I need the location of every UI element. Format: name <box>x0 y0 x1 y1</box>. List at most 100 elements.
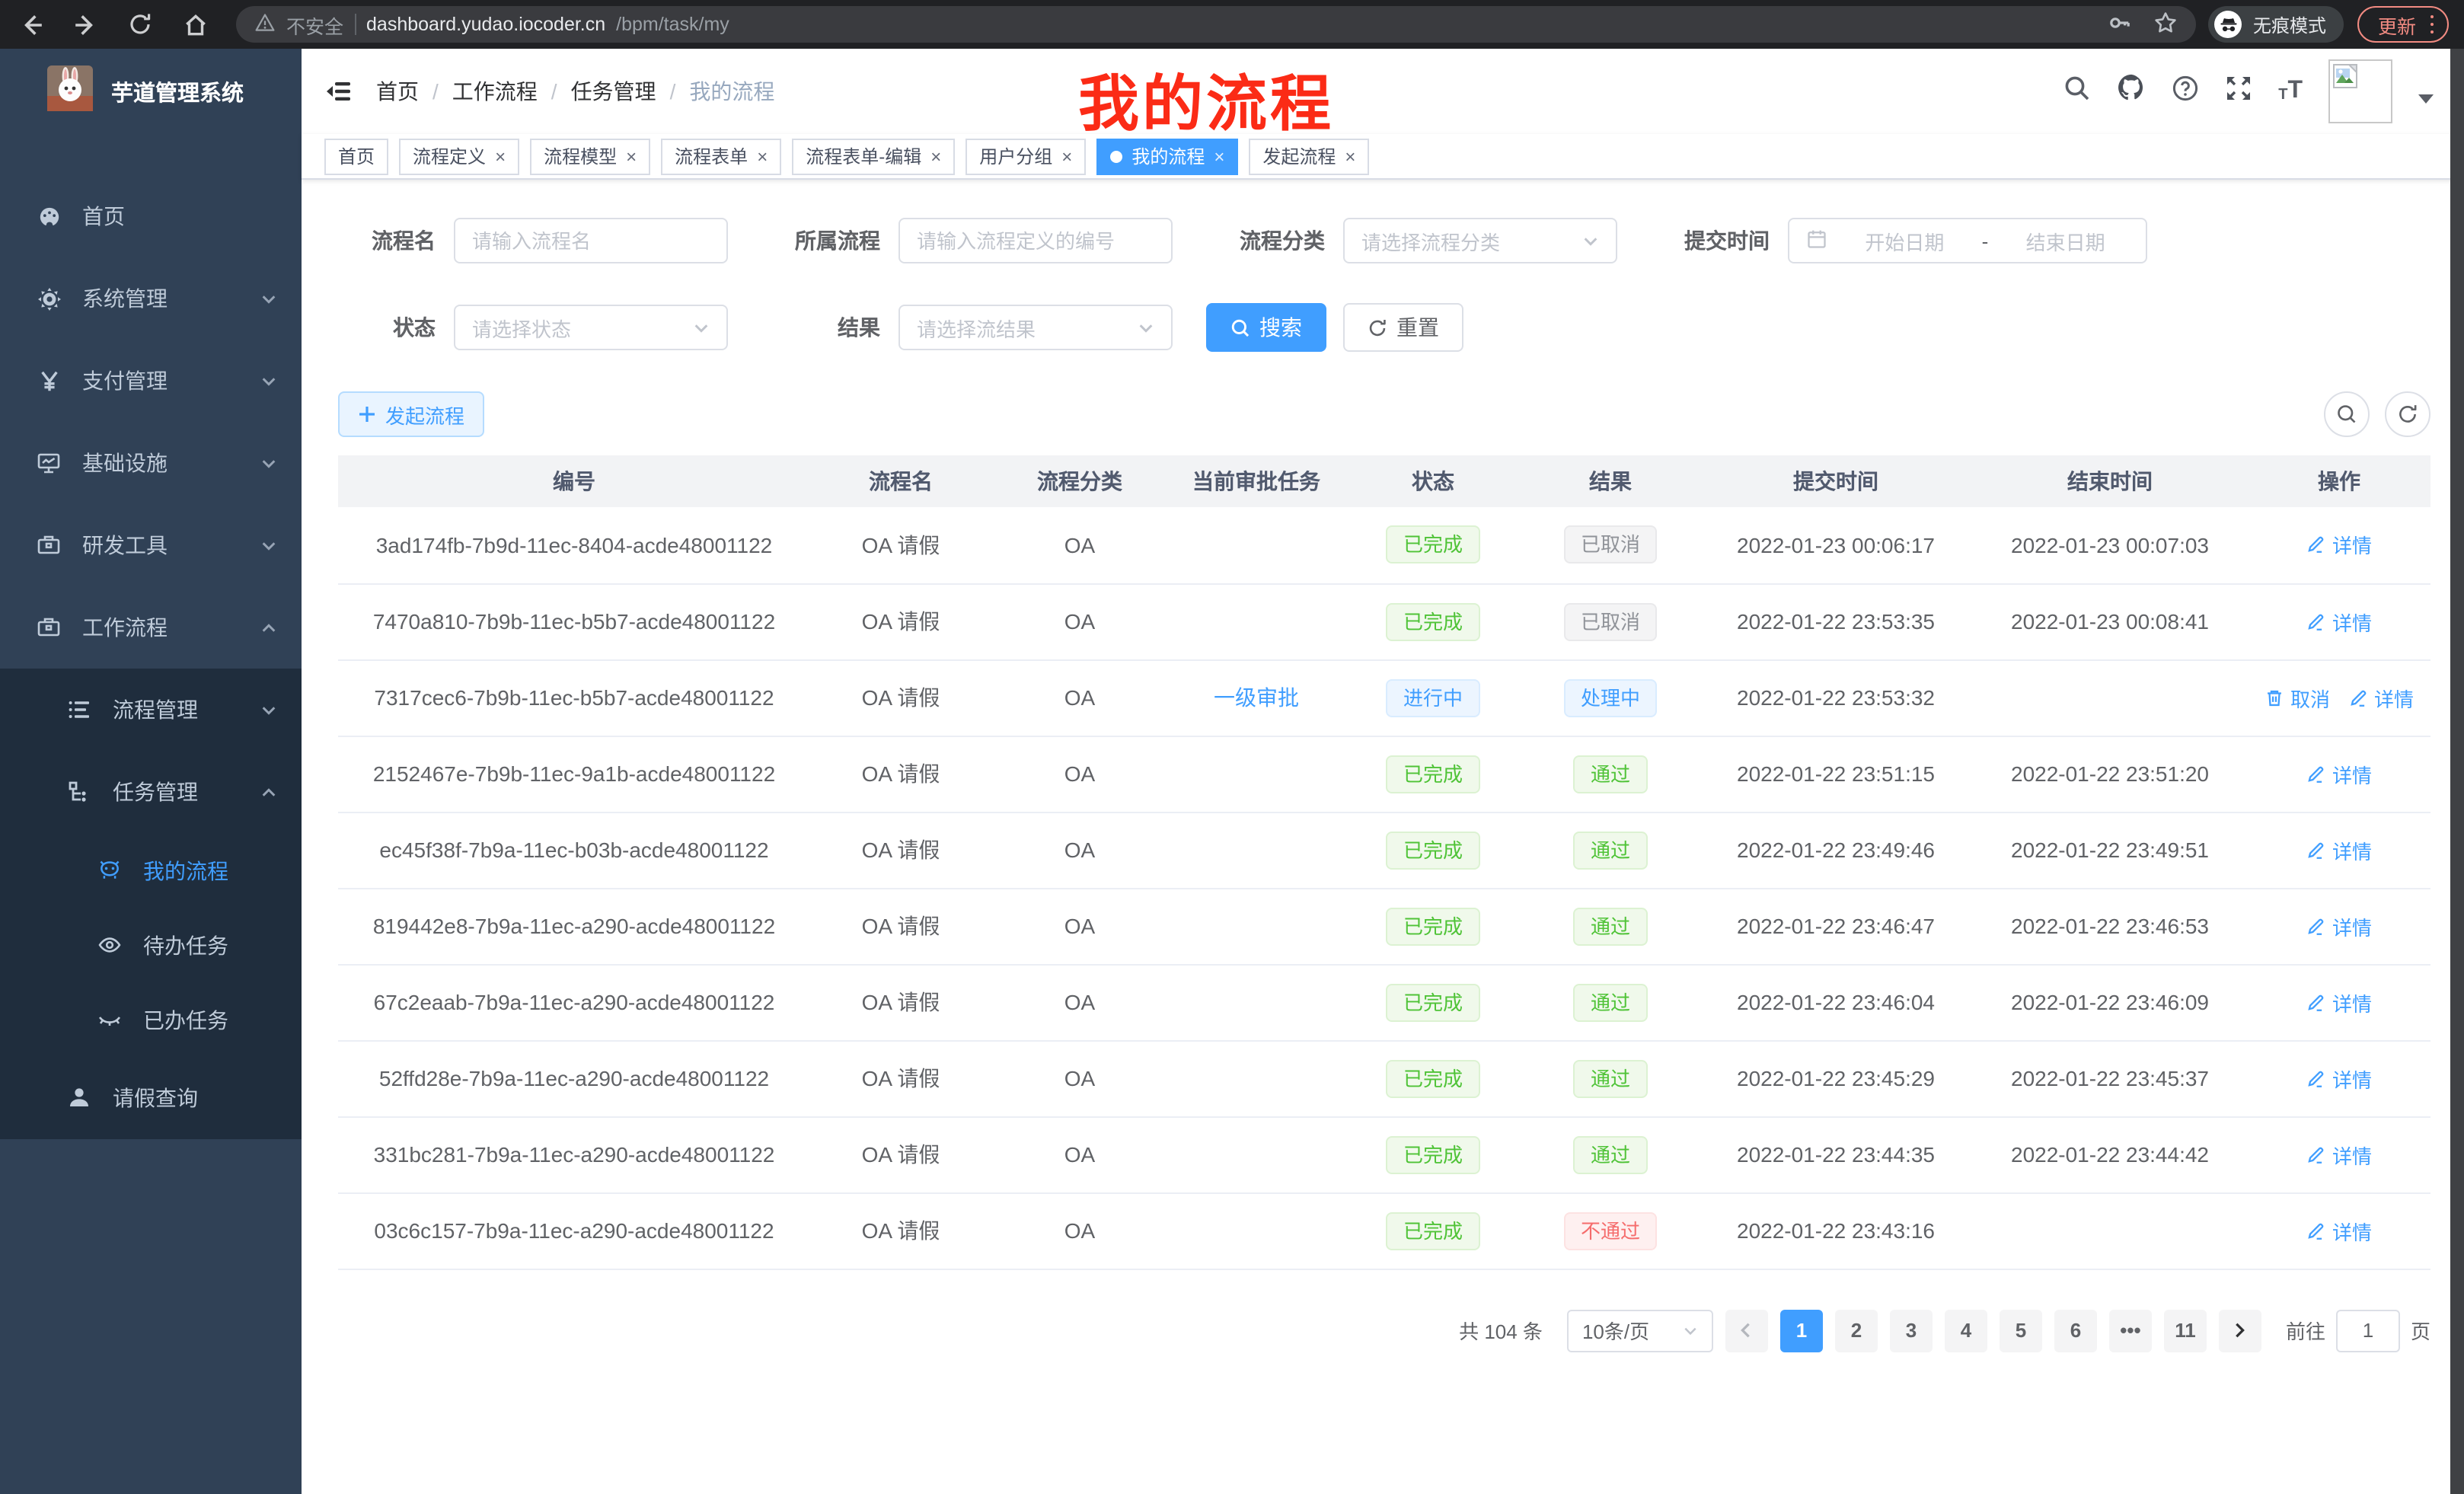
help-icon[interactable] <box>2172 74 2199 109</box>
page-button-11[interactable]: 11 <box>2164 1309 2207 1352</box>
table-row: 52ffd28e-7b9a-11ec-a290-acde48001122OA 请… <box>338 1040 2430 1116</box>
search-icon[interactable] <box>2063 74 2091 109</box>
sidebar-item-todo-task[interactable]: 待办任务 <box>0 908 302 982</box>
cell-id: 52ffd28e-7b9a-11ec-a290-acde48001122 <box>338 1040 810 1116</box>
prev-page-button[interactable] <box>1725 1309 1768 1352</box>
status-select[interactable]: 请选择状态 <box>454 305 728 350</box>
tab-my-process[interactable]: 我的流程× <box>1096 138 1238 174</box>
font-size-icon[interactable]: TT <box>2278 79 2303 104</box>
cell-category: OA <box>991 1040 1168 1116</box>
process-category-select[interactable]: 请选择流程分类 <box>1343 218 1617 263</box>
tab-user-group[interactable]: 用户分组× <box>965 138 1086 174</box>
breadcrumb-item[interactable]: 工作流程 <box>452 76 538 107</box>
cell-status: 已完成 <box>1345 1192 1521 1269</box>
close-tab-icon[interactable]: × <box>626 147 637 165</box>
cell-result: 通过 <box>1521 1116 1700 1192</box>
process-name-input[interactable] <box>454 218 728 263</box>
bookmark-star-icon[interactable] <box>2154 10 2178 39</box>
detail-link[interactable]: 详情 <box>2306 911 2372 940</box>
update-button[interactable]: 更新 <box>2358 6 2449 43</box>
tab-process-def[interactable]: 流程定义× <box>399 138 519 174</box>
close-tab-icon[interactable]: × <box>1214 147 1224 165</box>
refresh-button[interactable] <box>2385 391 2430 437</box>
page-button-5[interactable]: 5 <box>2000 1309 2042 1352</box>
detail-link[interactable]: 详情 <box>2348 683 2414 712</box>
sidebar-item-workflow[interactable]: 工作流程 <box>0 586 302 669</box>
detail-link[interactable]: 详情 <box>2306 607 2372 636</box>
close-tab-icon[interactable]: × <box>1061 147 1072 165</box>
date-separator: - <box>1982 229 1989 252</box>
sidebar-item-home[interactable]: 首页 <box>0 175 302 257</box>
forward-icon[interactable] <box>65 5 105 44</box>
breadcrumb-separator: / <box>432 79 439 104</box>
page-button-4[interactable]: 4 <box>1945 1309 1987 1352</box>
brand-area[interactable]: 芋道管理系统 <box>0 49 302 136</box>
cell-status: 已完成 <box>1345 507 1521 583</box>
page-button-3[interactable]: 3 <box>1890 1309 1933 1352</box>
submit-time-daterange[interactable]: 开始日期-结束日期 <box>1788 218 2147 263</box>
fullscreen-icon[interactable] <box>2225 74 2252 109</box>
sidebar-item-my-process[interactable]: 我的流程 <box>0 833 302 908</box>
result-select[interactable]: 请选择流结果 <box>898 305 1173 350</box>
cancel-link[interactable]: 取消 <box>2265 683 2330 712</box>
sidebar-item-process-manage[interactable]: 流程管理 <box>0 669 302 751</box>
create-process-button[interactable]: 发起流程 <box>338 391 484 437</box>
filter-result: 结果请选择流结果 <box>761 305 1173 350</box>
tab-home[interactable]: 首页 <box>324 138 388 174</box>
more-pages-button[interactable]: ••• <box>2109 1309 2152 1352</box>
active-tab-dot <box>1110 150 1122 162</box>
sidebar-item-devtools[interactable]: 研发工具 <box>0 504 302 586</box>
sidebar-item-leave-query[interactable]: 请假查询 <box>0 1057 302 1139</box>
tab-process-model[interactable]: 流程模型× <box>530 138 650 174</box>
search-button[interactable]: 搜索 <box>1206 303 1326 352</box>
detail-link[interactable]: 详情 <box>2306 1140 2372 1169</box>
chevron-down-icon[interactable] <box>2418 94 2434 110</box>
sidebar: 芋道管理系统 首页系统管理支付管理基础设施研发工具工作流程流程管理任务管理我的流… <box>0 49 302 1494</box>
avatar[interactable] <box>2328 59 2392 123</box>
tab-process-form-edit[interactable]: 流程表单-编辑× <box>792 138 955 174</box>
home-icon[interactable] <box>175 5 215 44</box>
page-button-6[interactable]: 6 <box>2054 1309 2097 1352</box>
detail-link[interactable]: 详情 <box>2306 835 2372 864</box>
jump-page-input[interactable] <box>2336 1309 2400 1352</box>
filter-label: 提交时间 <box>1651 225 1770 256</box>
address-bar[interactable]: 不安全 dashboard.yudao.iocoder.cn/bpm/task/… <box>236 6 2197 43</box>
reload-icon[interactable] <box>120 5 160 44</box>
sidebar-item-payment[interactable]: 支付管理 <box>0 340 302 422</box>
page-button-1[interactable]: 1 <box>1780 1309 1823 1352</box>
sidebar-item-done-task[interactable]: 已办任务 <box>0 982 302 1057</box>
task-link[interactable]: 一级审批 <box>1214 685 1299 710</box>
detail-link[interactable]: 详情 <box>2306 1064 2372 1093</box>
detail-link[interactable]: 详情 <box>2306 988 2372 1017</box>
key-icon[interactable] <box>2108 10 2133 39</box>
tab-process-form[interactable]: 流程表单× <box>661 138 781 174</box>
next-page-button[interactable] <box>2219 1309 2261 1352</box>
sidebar-item-infra[interactable]: 基础设施 <box>0 422 302 504</box>
breadcrumb-item[interactable]: 首页 <box>376 76 419 107</box>
cell-result: 不通过 <box>1521 1192 1700 1269</box>
page-button-2[interactable]: 2 <box>1835 1309 1878 1352</box>
result-badge: 通过 <box>1574 983 1647 1021</box>
filter-submit-time: 提交时间开始日期-结束日期 <box>1651 218 2147 263</box>
sidebar-item-task-manage[interactable]: 任务管理 <box>0 751 302 833</box>
detail-link[interactable]: 详情 <box>2306 759 2372 788</box>
page-size-select[interactable]: 10条/页 <box>1567 1309 1713 1352</box>
process-owner-input[interactable] <box>898 218 1173 263</box>
cell-status: 已完成 <box>1345 964 1521 1040</box>
toggle-search-button[interactable] <box>2324 391 2370 437</box>
reset-button[interactable]: 重置 <box>1343 303 1463 352</box>
detail-link[interactable]: 详情 <box>2306 531 2372 560</box>
sidebar-item-system[interactable]: 系统管理 <box>0 257 302 340</box>
collapse-sidebar-icon[interactable] <box>324 78 352 105</box>
breadcrumb-item[interactable]: 任务管理 <box>571 76 656 107</box>
tab-start-process[interactable]: 发起流程× <box>1249 138 1369 174</box>
close-tab-icon[interactable]: × <box>495 147 506 165</box>
github-icon[interactable] <box>2117 73 2146 110</box>
close-tab-icon[interactable]: × <box>757 147 768 165</box>
close-tab-icon[interactable]: × <box>1345 147 1355 165</box>
close-tab-icon[interactable]: × <box>930 147 941 165</box>
detail-link[interactable]: 详情 <box>2306 1216 2372 1245</box>
browser-menu-icon[interactable] <box>2430 15 2434 34</box>
back-icon[interactable] <box>11 5 50 44</box>
sidebar-item-label: 支付管理 <box>82 366 168 396</box>
